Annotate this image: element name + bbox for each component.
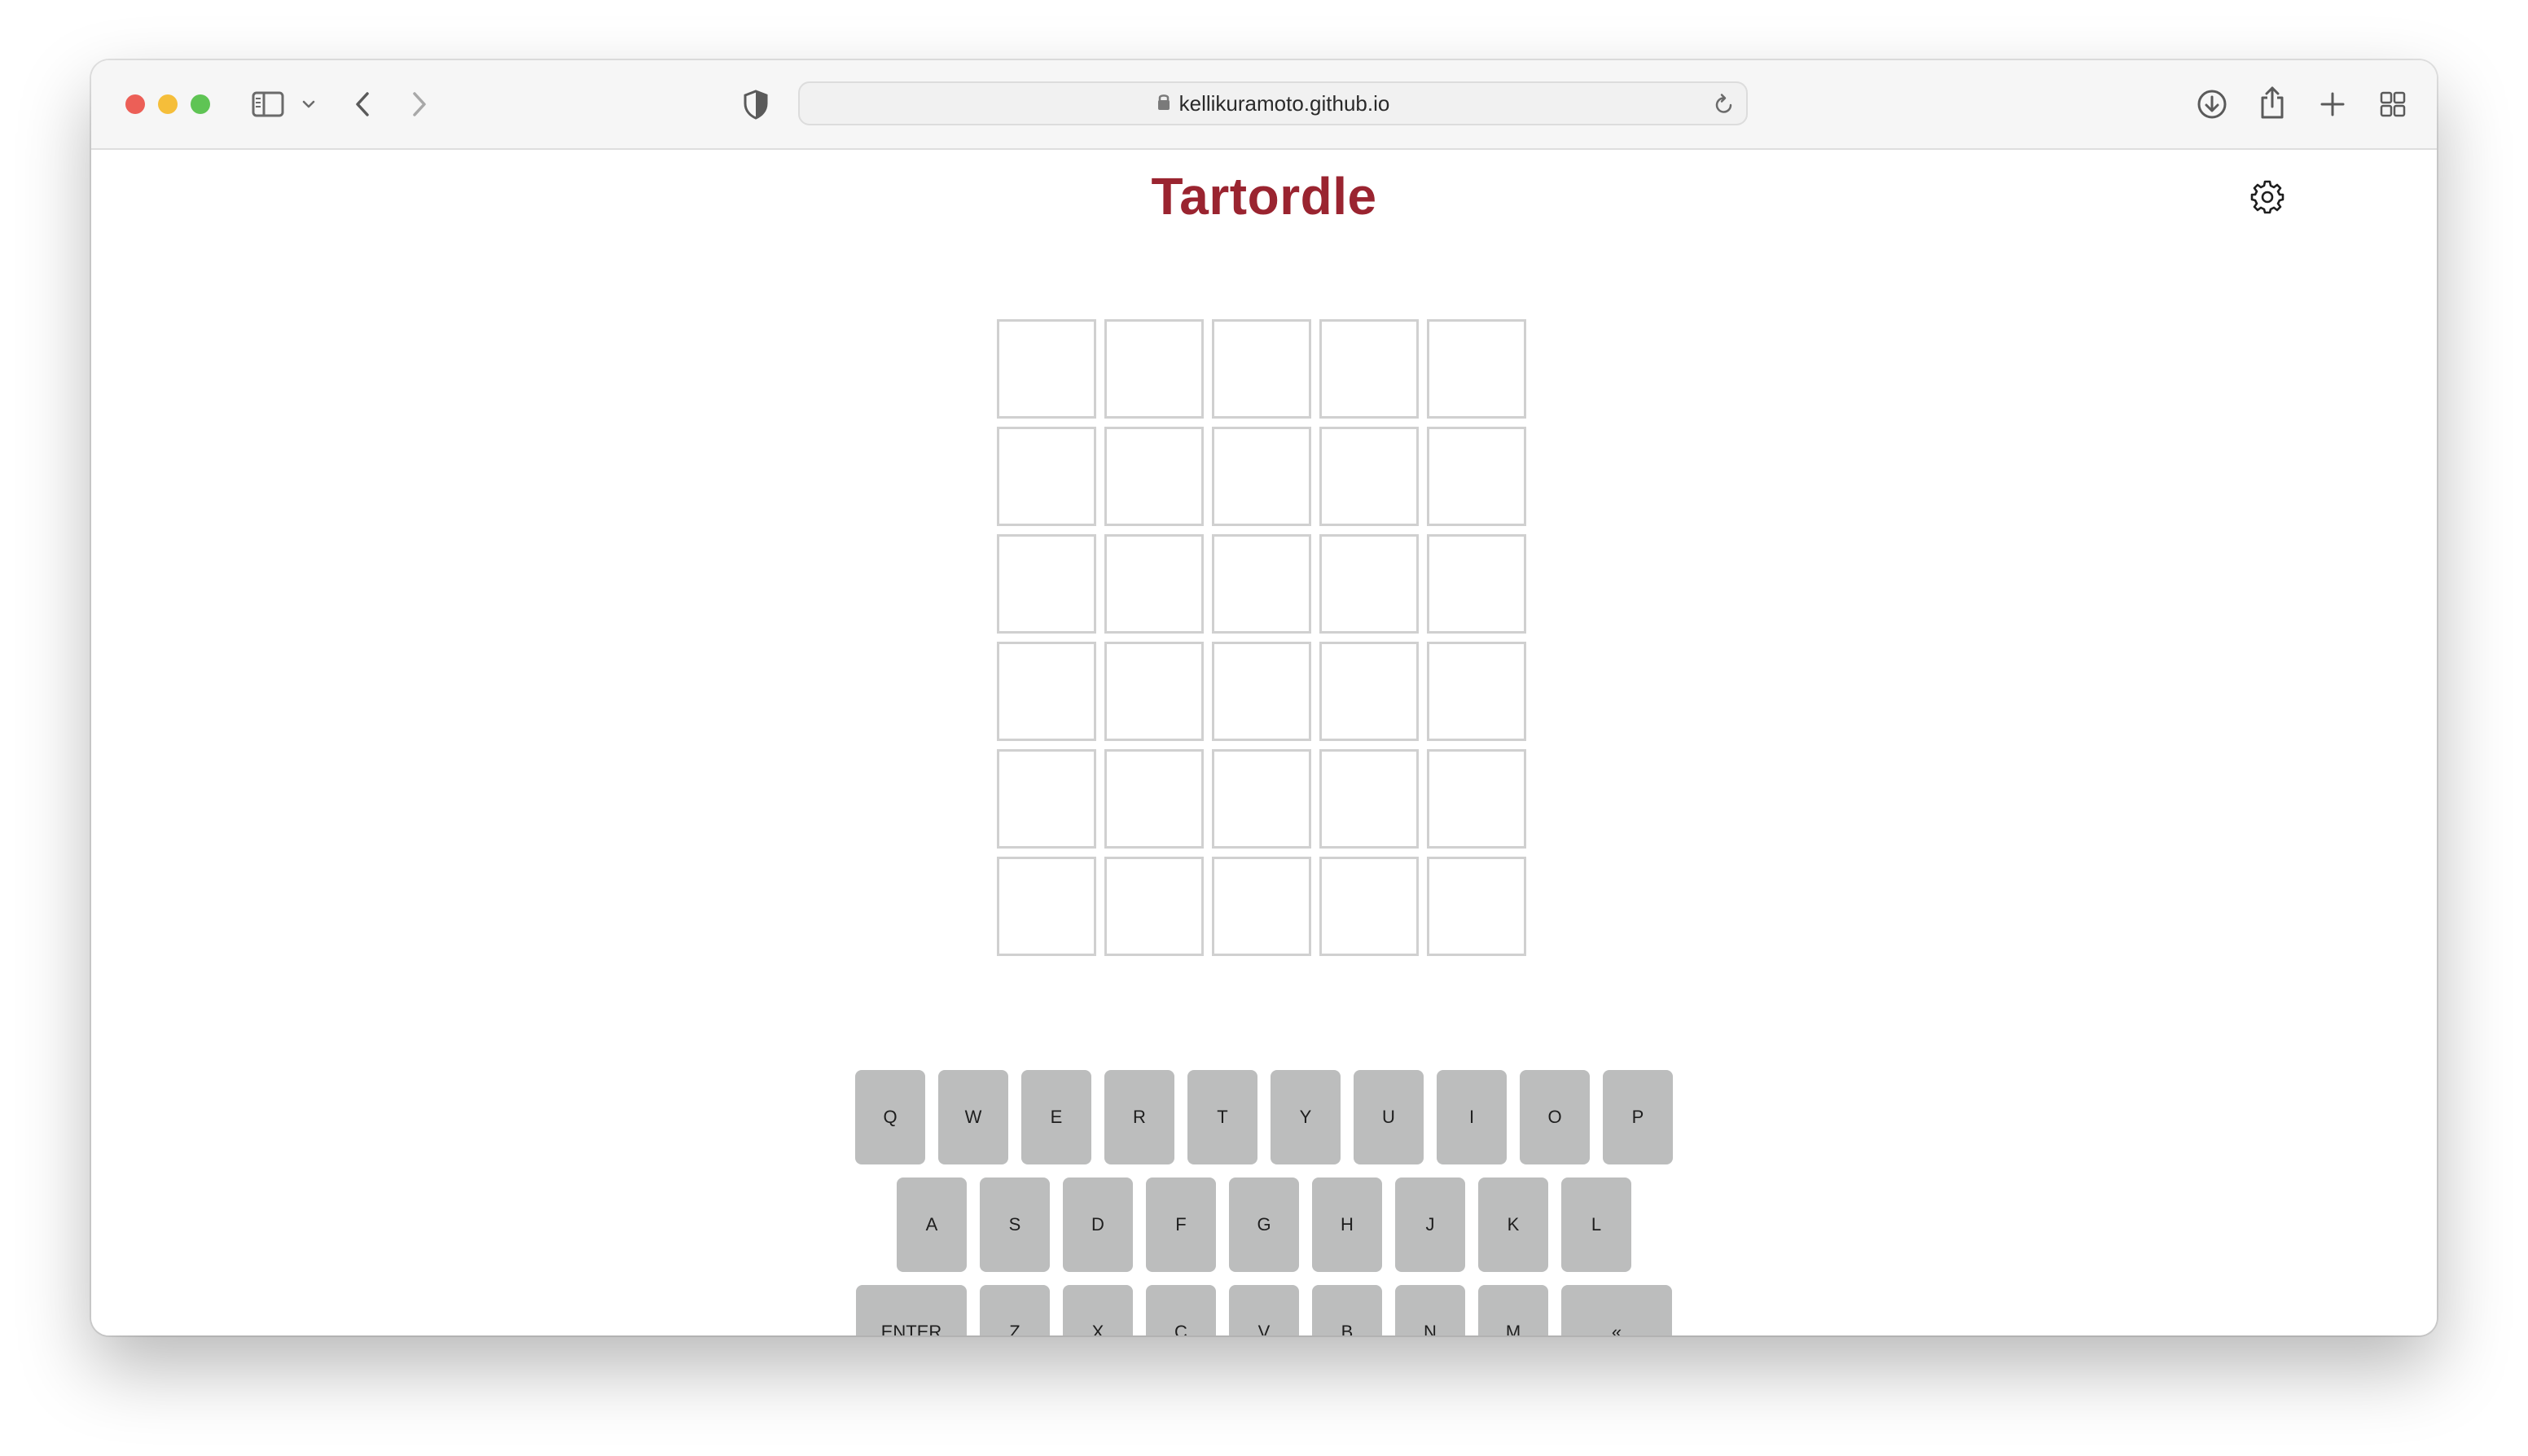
board-tile xyxy=(1427,749,1526,849)
board-tile xyxy=(1319,427,1419,526)
grid-icon[interactable] xyxy=(2378,90,2407,119)
key-n[interactable]: N xyxy=(1395,1285,1465,1335)
board-tile xyxy=(1104,857,1204,956)
chevron-left-icon[interactable] xyxy=(350,90,375,119)
key-s[interactable]: S xyxy=(980,1178,1050,1272)
board-tile xyxy=(1427,427,1526,526)
key-d[interactable]: D xyxy=(1063,1178,1133,1272)
board-tile xyxy=(1427,319,1526,419)
key-u[interactable]: U xyxy=(1354,1070,1424,1164)
board-tile xyxy=(997,427,1096,526)
key-g[interactable]: G xyxy=(1229,1178,1299,1272)
key-h[interactable]: H xyxy=(1312,1178,1382,1272)
board-tile xyxy=(1319,319,1419,419)
key-r[interactable]: R xyxy=(1104,1070,1174,1164)
keyboard-row: ASDFGHJKL xyxy=(91,1178,2437,1272)
key-b[interactable]: B xyxy=(1312,1285,1382,1335)
key-k[interactable]: K xyxy=(1478,1178,1548,1272)
board-tile xyxy=(997,749,1096,849)
page-title: Tartordle xyxy=(1151,167,1377,226)
zoom-window-button[interactable] xyxy=(191,94,210,114)
key-a[interactable]: A xyxy=(897,1178,967,1272)
board-tile xyxy=(997,319,1096,419)
key-q[interactable]: Q xyxy=(855,1070,925,1164)
board-tile xyxy=(1427,857,1526,956)
page-content: Tartordle Q W E R T Y U I O P A S D F G H J K L ENTER Z X C V B N… xyxy=(91,150,2437,1335)
board-tile xyxy=(997,857,1096,956)
keyboard-row: QWERTYUIOP xyxy=(91,1070,2437,1164)
chevron-right-icon[interactable] xyxy=(407,90,432,119)
url-text: kellikuramoto.github.io xyxy=(1178,90,1390,116)
key-w[interactable]: W xyxy=(938,1070,1008,1164)
gear-icon[interactable] xyxy=(2249,179,2285,219)
board-tile xyxy=(1104,534,1204,634)
address-bar[interactable]: kellikuramoto.github.io xyxy=(798,81,1748,125)
reload-icon[interactable] xyxy=(1714,93,1735,120)
board-tile xyxy=(997,534,1096,634)
key-c[interactable]: C xyxy=(1146,1285,1216,1335)
key-p[interactable]: P xyxy=(1603,1070,1673,1164)
sidebar-toggle-icon[interactable] xyxy=(251,90,285,119)
key-x[interactable]: X xyxy=(1063,1285,1133,1335)
key-y[interactable]: Y xyxy=(1271,1070,1341,1164)
on-screen-keyboard: Q W E R T Y U I O P A S D F G H J K L ENTER Z X C V B N M « xyxy=(91,1070,2437,1335)
board-tile xyxy=(997,642,1096,741)
key-t[interactable]: T xyxy=(1187,1070,1257,1164)
chevron-down-icon[interactable] xyxy=(300,96,318,112)
shield-icon[interactable] xyxy=(741,88,770,121)
board-tile xyxy=(1212,749,1311,849)
board-tile xyxy=(1212,319,1311,419)
key-i[interactable]: I xyxy=(1437,1070,1507,1164)
key-m[interactable]: M xyxy=(1478,1285,1548,1335)
board-tile xyxy=(1104,749,1204,849)
board-tile xyxy=(1104,642,1204,741)
minimize-window-button[interactable] xyxy=(158,94,178,114)
browser-window: kellikuramoto.github.io Tartordle Q W E … xyxy=(91,60,2437,1335)
key-z[interactable]: Z xyxy=(980,1285,1050,1335)
board-tile xyxy=(1104,427,1204,526)
board-tile xyxy=(1319,857,1419,956)
board-tile xyxy=(1212,857,1311,956)
enter-key[interactable]: ENTER xyxy=(856,1285,967,1335)
key-f[interactable]: F xyxy=(1146,1178,1216,1272)
board-tile xyxy=(1212,534,1311,634)
key-e[interactable]: E xyxy=(1021,1070,1091,1164)
close-window-button[interactable] xyxy=(125,94,145,114)
board-tile xyxy=(1319,534,1419,634)
board-tile xyxy=(1104,319,1204,419)
key-l[interactable]: L xyxy=(1561,1178,1631,1272)
board-tile xyxy=(1212,427,1311,526)
board-tile xyxy=(1319,642,1419,741)
key-j[interactable]: J xyxy=(1395,1178,1465,1272)
board-tile xyxy=(1427,534,1526,634)
game-board xyxy=(997,319,1526,956)
key-o[interactable]: O xyxy=(1520,1070,1590,1164)
share-icon[interactable] xyxy=(2258,85,2287,121)
board-tile xyxy=(1212,642,1311,741)
plus-icon[interactable] xyxy=(2318,90,2347,119)
lock-icon xyxy=(1156,92,1171,116)
board-tile xyxy=(1427,642,1526,741)
download-icon[interactable] xyxy=(2196,88,2228,121)
key-v[interactable]: V xyxy=(1229,1285,1299,1335)
browser-toolbar: kellikuramoto.github.io xyxy=(91,60,2437,150)
backspace-key[interactable]: « xyxy=(1561,1285,1672,1335)
board-tile xyxy=(1319,749,1419,849)
keyboard-row: ENTER Z X C V B N M « xyxy=(91,1285,2437,1335)
